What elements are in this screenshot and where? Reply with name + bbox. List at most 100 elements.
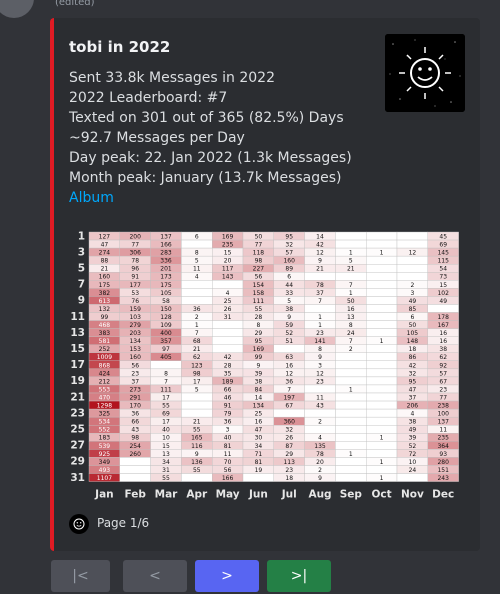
- heatmap-value-label: 43: [316, 403, 324, 410]
- heatmap-value-label: 11: [439, 427, 447, 434]
- heatmap-cell: [335, 272, 367, 281]
- heatmap-value-label: 66: [131, 419, 139, 426]
- heatmap-value-label: 23: [316, 330, 324, 337]
- heatmap-value-label: 274: [99, 250, 111, 257]
- heatmap-cell: [396, 473, 428, 482]
- heatmap-value-label: 383: [99, 330, 111, 337]
- heatmap-value-label: 8: [318, 346, 322, 353]
- heatmap-cell: [211, 344, 244, 353]
- heatmap-value-label: 1: [349, 451, 353, 458]
- heatmap-value-label: 40: [224, 435, 232, 442]
- heatmap-value-label: 87: [285, 443, 293, 450]
- heatmap-value-label: 26: [224, 306, 232, 313]
- heatmap-chart[interactable]: 127 200 137 6 169 50 95 14 4547 77 166 235 77 32 42 692…: [65, 224, 465, 510]
- heatmap-value-label: 123: [191, 362, 203, 369]
- heatmap-value-label: 8: [195, 250, 199, 257]
- heatmap-value-label: 100: [437, 411, 449, 418]
- heatmap-value-label: 539: [99, 443, 111, 450]
- heatmap-value-label: 206: [407, 403, 419, 410]
- heatmap-value-label: 46: [224, 394, 232, 401]
- previous-page-button[interactable]: <: [123, 560, 187, 592]
- heatmap-cell: [335, 400, 367, 410]
- heatmap-value-label: 86: [409, 354, 417, 361]
- heatmap-value-label: 197: [283, 394, 295, 401]
- heatmap-value-label: 23: [439, 386, 447, 393]
- column-tick-label: Mar: [155, 489, 179, 501]
- heatmap-value-label: 175: [160, 282, 172, 289]
- heatmap-value-label: 238: [437, 403, 449, 410]
- next-page-button[interactable]: >: [195, 560, 259, 592]
- heatmap-value-label: 189: [222, 378, 234, 385]
- heatmap-value-label: 32: [285, 242, 293, 249]
- row-tick-label: 11: [70, 311, 85, 323]
- row-tick-label: 21: [70, 391, 85, 403]
- heatmap-value-label: 21: [193, 346, 201, 353]
- heatmap-cell: [366, 368, 398, 378]
- heatmap-value-label: 9: [256, 362, 260, 369]
- avatar[interactable]: [0, 0, 34, 18]
- album-link[interactable]: Album: [69, 188, 352, 208]
- sun-face-icon: [73, 518, 85, 530]
- heatmap-value-label: 103: [129, 314, 141, 321]
- heatmap-value-label: 55: [255, 306, 263, 313]
- heatmap-cell: [181, 239, 213, 249]
- heatmap-value-label: 50: [255, 233, 263, 240]
- heatmap-value-label: 2: [410, 282, 414, 289]
- heatmap-value-label: 32: [409, 370, 417, 377]
- heatmap-value-label: 77: [131, 242, 139, 249]
- heatmap-value-label: 32: [285, 427, 293, 434]
- heatmap-value-label: 47: [409, 386, 417, 393]
- heatmap-value-label: 16: [255, 419, 263, 426]
- heatmap-value-label: 21: [193, 419, 201, 426]
- footer-icon: [69, 514, 89, 534]
- heatmap-value-label: 166: [160, 242, 172, 249]
- heatmap-value-label: 15: [439, 282, 447, 289]
- heatmap-value-label: 58: [162, 298, 170, 305]
- heatmap-value-label: 273: [129, 386, 141, 393]
- heatmap-cell: [335, 465, 367, 474]
- heatmap-cell: [366, 416, 398, 426]
- heatmap-value-label: 336: [160, 258, 172, 265]
- stat-line-day-peak: Day peak: 22. Jan 2022 (1.3k Messages): [69, 150, 352, 166]
- heatmap-value-label: 280: [437, 459, 449, 466]
- heatmap-value-label: 109: [160, 322, 172, 329]
- row-tick-label: 23: [70, 407, 85, 419]
- embed-title: tobi in 2022: [69, 38, 171, 56]
- column-tick-label: Sep: [340, 489, 363, 501]
- heatmap-value-label: 37: [316, 290, 324, 297]
- heatmap-value-label: 166: [222, 475, 234, 482]
- heatmap-value-label: 183: [99, 435, 111, 442]
- heatmap-cell: [181, 392, 213, 402]
- heatmap-value-label: 360: [283, 419, 295, 426]
- heatmap-cell: [181, 288, 213, 297]
- heatmap-cell: [366, 465, 398, 474]
- row-tick-label: 15: [70, 343, 85, 355]
- heatmap-value-label: 67: [439, 378, 447, 385]
- heatmap-cell: [366, 449, 398, 458]
- heatmap-value-label: 24: [409, 467, 417, 474]
- first-page-button[interactable]: |<: [51, 560, 110, 592]
- heatmap-value-label: 9: [287, 314, 291, 321]
- column-tick-label: May: [216, 489, 240, 501]
- row-tick-label: 19: [70, 375, 85, 387]
- heatmap-value-label: 93: [439, 451, 447, 458]
- heatmap-value-label: 16: [347, 306, 355, 313]
- heatmap-value-label: 137: [437, 419, 449, 426]
- heatmap-value-label: 102: [437, 290, 449, 297]
- heatmap-cell: [366, 288, 398, 297]
- heatmap-value-label: 9: [195, 451, 199, 458]
- heatmap-value-label: 8: [164, 370, 168, 377]
- heatmap-value-label: 552: [99, 427, 111, 434]
- heatmap-value-label: 69: [439, 242, 447, 249]
- heatmap-value-label: 91: [131, 274, 139, 281]
- heatmap-value-label: 44: [285, 282, 293, 289]
- heatmap-value-label: 10: [162, 435, 170, 442]
- column-tick-label: Jul: [281, 489, 297, 501]
- heatmap-value-label: 84: [255, 386, 263, 393]
- heatmap-value-label: 154: [253, 282, 265, 289]
- last-page-button[interactable]: >|: [267, 560, 331, 592]
- heatmap-value-label: 1107: [97, 475, 112, 482]
- thumbnail-image[interactable]: [385, 34, 465, 112]
- heatmap-value-label: 1: [318, 322, 322, 329]
- heatmap-value-label: 364: [437, 443, 449, 450]
